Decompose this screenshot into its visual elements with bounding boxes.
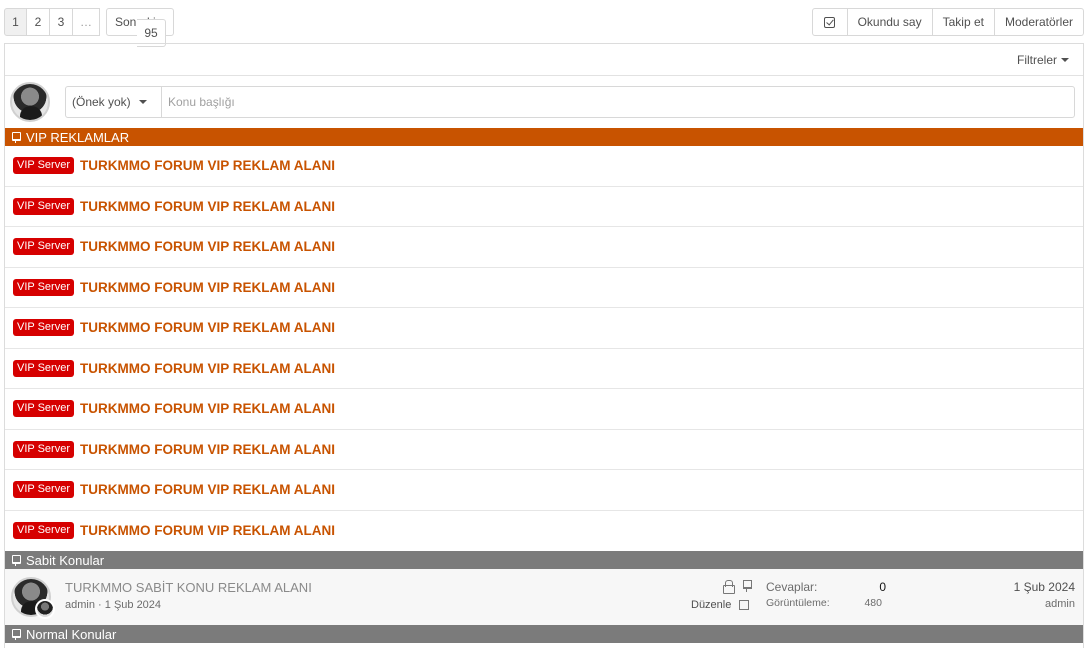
thread-title-link[interactable]: TURKMMO FORUM VIP REKLAM ALANI: [80, 361, 335, 376]
vip-badge[interactable]: VIP Server: [13, 157, 74, 175]
thread-title-link[interactable]: TURKMMO FORUM VIP REKLAM ALANI: [80, 199, 335, 214]
list-item: VIP Server TURKMMO FORUM VIP REKLAM ALAN…: [5, 227, 1083, 268]
filter-bar: Filtreler: [5, 44, 1083, 76]
page-2-link[interactable]: 2: [27, 8, 50, 36]
thread-title-link[interactable]: TURKMMO FORUM VIP REKLAM ALANI: [80, 158, 335, 173]
pagination: 1 2 3 … 95 Sonraki: [4, 8, 174, 47]
last-post: 1 Şub 2024 admin: [1014, 580, 1075, 610]
vip-badge[interactable]: VIP Server: [13, 319, 74, 337]
vip-badge[interactable]: VIP Server: [13, 522, 74, 540]
vip-badge[interactable]: VIP Server: [13, 481, 74, 499]
forum-actions: Okundu say Takip et Moderatörler: [811, 8, 1084, 36]
prefix-value: (Önek yok): [72, 95, 131, 109]
list-item: VIP Server TURKMMO FORUM VIP REKLAM ALAN…: [5, 389, 1083, 430]
thread-title-link[interactable]: TURKMMO SABİT KONU REKLAM ALANI: [65, 580, 312, 595]
select-threads-button[interactable]: [811, 8, 848, 36]
sticky-section-title: Sabit Konular: [26, 552, 105, 568]
page-1-link[interactable]: 1: [4, 8, 27, 36]
vip-section-title: VIP REKLAMLAR: [26, 129, 130, 145]
thread-main: TURKMMO SABİT KONU REKLAM ALANI admin · …: [65, 580, 312, 611]
replies-count: 0: [879, 580, 886, 594]
thread-title-link[interactable]: TURKMMO FORUM VIP REKLAM ALANI: [80, 280, 335, 295]
views-count: 480: [864, 597, 882, 609]
sticky-section-header: Sabit Konular: [5, 551, 1083, 569]
chevron-down-icon: [1061, 58, 1069, 62]
list-item: VIP Server TURKMMO FORUM VIP REKLAM ALAN…: [5, 430, 1083, 470]
follow-button[interactable]: Takip et: [932, 8, 995, 36]
list-item: VIP Server TURKMMO FORUM VIP REKLAM ALAN…: [5, 470, 1083, 511]
vip-badge[interactable]: VIP Server: [13, 440, 74, 458]
list-item: VIP Server TURKMMO FORUM VIP REKLAM ALAN…: [5, 146, 1083, 187]
thread-author-link[interactable]: admin: [65, 599, 95, 611]
meta-separator: ·: [98, 599, 105, 611]
thread-meta: admin · 1 Şub 2024: [65, 599, 312, 611]
pin-icon: [11, 131, 21, 143]
list-item: VIP Server TURKMMO FORUM VIP REKLAM ALAN…: [5, 511, 1083, 552]
list-item: VIP Server TURKMMO FORUM VIP REKLAM ALAN…: [5, 187, 1083, 227]
list-item: VIP Server TURKMMO FORUM VIP REKLAM ALAN…: [5, 308, 1083, 349]
thread-title-link[interactable]: TURKMMO FORUM VIP REKLAM ALANI: [80, 482, 335, 497]
thread-stats: Cevaplar: 0 Görüntüleme: 480: [766, 580, 886, 609]
vip-badge[interactable]: VIP Server: [13, 197, 74, 215]
thread-title-input[interactable]: [162, 87, 1074, 117]
edit-link[interactable]: Düzenle: [691, 599, 731, 611]
page-ellipsis[interactable]: …: [73, 8, 100, 36]
views-label: Görüntüleme:: [766, 597, 830, 609]
filters-label: Filtreler: [1016, 52, 1057, 67]
prefix-select[interactable]: (Önek yok): [66, 87, 162, 117]
thread-title-link[interactable]: TURKMMO FORUM VIP REKLAM ALANI: [80, 320, 335, 335]
vip-badge[interactable]: VIP Server: [13, 400, 74, 418]
chevron-down-icon: [138, 100, 147, 104]
replies-stat: Cevaplar: 0: [766, 580, 886, 594]
vip-badge[interactable]: VIP Server: [13, 278, 74, 296]
quick-thread-row: (Önek yok): [5, 76, 1083, 128]
thread-edit: Düzenle: [691, 599, 750, 611]
vip-section-header: VIP REKLAMLAR: [5, 128, 1083, 146]
sticky-thread-row: TURKMMO SABİT KONU REKLAM ALANI admin · …: [5, 569, 1083, 625]
normal-section-header: Normal Konular: [5, 625, 1083, 643]
vip-badge[interactable]: VIP Server: [13, 359, 74, 377]
checkbox-icon: [824, 16, 836, 28]
select-checkbox[interactable]: [739, 600, 750, 610]
vip-badge[interactable]: VIP Server: [13, 238, 74, 256]
pin-icon: [11, 554, 21, 566]
top-toolbar: 1 2 3 … 95 Sonraki Okundu say Takip et M…: [4, 8, 1084, 47]
pin-icon: [742, 580, 752, 592]
thread-status-icons: [723, 580, 752, 594]
thread-title-link[interactable]: TURKMMO FORUM VIP REKLAM ALANI: [80, 401, 335, 416]
thread-date-link[interactable]: 1 Şub 2024: [105, 599, 161, 611]
views-stat: Görüntüleme: 480: [766, 597, 886, 609]
pin-icon: [11, 628, 21, 640]
lock-icon: [723, 580, 735, 594]
quick-thread-form: (Önek yok): [65, 86, 1075, 118]
page-3-link[interactable]: 3: [50, 8, 73, 36]
mark-read-button[interactable]: Okundu say: [847, 8, 933, 36]
thread-title-link[interactable]: TURKMMO FORUM VIP REKLAM ALANI: [80, 523, 335, 538]
filters-dropdown[interactable]: Filtreler: [1017, 53, 1069, 67]
thread-title-link[interactable]: TURKMMO FORUM VIP REKLAM ALANI: [80, 442, 335, 457]
thread-title-link[interactable]: TURKMMO FORUM VIP REKLAM ALANI: [80, 239, 335, 254]
list-item: VIP Server TURKMMO FORUM VIP REKLAM ALAN…: [5, 268, 1083, 308]
last-poster-avatar[interactable]: [35, 599, 55, 619]
vip-thread-list: VIP Server TURKMMO FORUM VIP REKLAM ALAN…: [5, 146, 1083, 551]
list-item: VIP Server TURKMMO FORUM VIP REKLAM ALAN…: [5, 349, 1083, 389]
thread-list: Filtreler (Önek yok) VIP REKLAMLAR VIP S…: [4, 43, 1084, 648]
avatar[interactable]: [10, 82, 50, 122]
normal-section-title: Normal Konular: [26, 626, 117, 642]
moderators-button[interactable]: Moderatörler: [994, 8, 1084, 36]
last-post-date-link[interactable]: 1 Şub 2024: [1014, 580, 1075, 594]
replies-label: Cevaplar:: [766, 580, 818, 594]
last-post-user-link[interactable]: admin: [1014, 598, 1075, 610]
